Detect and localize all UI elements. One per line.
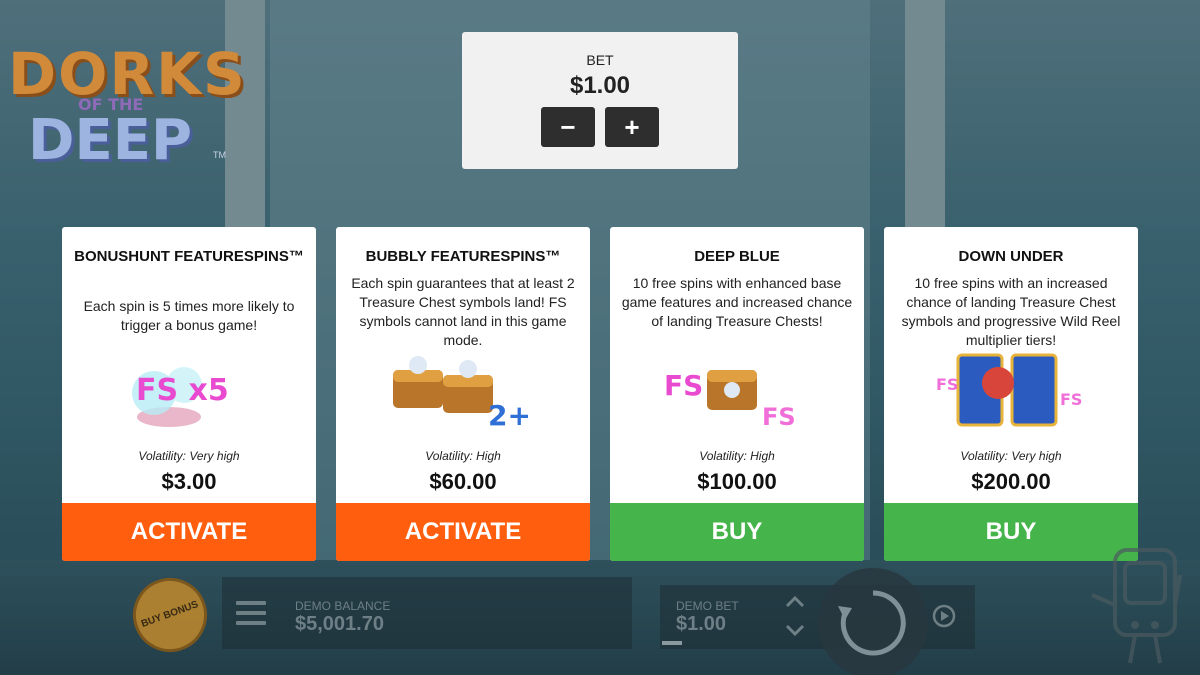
balance-bar — [222, 577, 632, 649]
art-text: FS — [664, 369, 703, 402]
art-text: FS x5 — [136, 373, 229, 408]
card-volatility: Volatility: Very high — [138, 449, 240, 463]
art-text: FS — [936, 375, 958, 394]
menu-icon[interactable] — [236, 601, 266, 625]
spin-button[interactable] — [818, 568, 928, 675]
card-description: 10 free spins with an increased chance o… — [901, 275, 1121, 348]
feature-card-deep-blue: DEEP BLUE 10 free spins with enhanced ba… — [610, 227, 864, 561]
card-price: $200.00 — [971, 469, 1051, 494]
autoplay-icon[interactable] — [931, 603, 957, 629]
spin-icon — [838, 590, 906, 656]
card-price: $3.00 — [161, 469, 217, 494]
logo-trademark: TM — [213, 150, 226, 160]
card-description: Each spin guarantees that at least 2 Tre… — [351, 275, 575, 348]
card-description: Each spin is 5 times more likely to trig… — [83, 298, 295, 333]
activate-button[interactable]: ACTIVATE — [62, 503, 316, 561]
bet-progress-indicator — [662, 641, 682, 645]
card-price: $60.00 — [429, 469, 497, 494]
buy-button[interactable]: BUY — [610, 503, 864, 561]
balance-value: $5,001.70 — [295, 613, 384, 635]
treasure-chest-art-icon: 2+ — [393, 356, 531, 432]
activate-button[interactable]: ACTIVATE — [336, 503, 590, 561]
fs-x5-art-icon: FS x5 — [132, 367, 229, 427]
bet-decrease-button[interactable]: − — [541, 107, 595, 147]
card-title: DEEP BLUE — [694, 248, 780, 265]
feature-card-bonushunt: BONUSHUNT FEATURESPINS™ Each spin is 5 t… — [62, 227, 316, 561]
game-logo: DORKS OF THE DEEP TM — [8, 40, 245, 173]
card-volatility: Volatility: High — [699, 449, 775, 463]
arrow-up-icon — [785, 595, 805, 608]
art-text: 2+ — [488, 399, 531, 432]
feature-card-bubbly: BUBBLY FEATURESPINS™ Each spin guarantee… — [336, 227, 590, 561]
demo-bet-label: DEMO BET — [676, 599, 739, 613]
mascot-icon — [1091, 548, 1182, 664]
octopus-wild-art-icon: FS FS — [936, 353, 1082, 427]
card-volatility: Volatility: Very high — [960, 449, 1062, 463]
balance-label: DEMO BALANCE — [295, 599, 391, 613]
card-volatility: Volatility: High — [425, 449, 501, 463]
card-description: 10 free spins with enhanced base game fe… — [621, 275, 853, 329]
fs-chest-art-icon: FS FS — [664, 369, 796, 431]
bet-panel: BET $1.00 − + — [462, 32, 738, 169]
bet-adjust-arrows[interactable] — [783, 592, 807, 640]
bet-increase-button[interactable]: + — [605, 107, 659, 147]
arrow-down-icon — [785, 624, 805, 637]
logo-line-3: DEEP — [28, 108, 193, 173]
bet-value: $1.00 — [569, 72, 631, 99]
card-title: BUBBLY FEATURESPINS™ — [365, 248, 561, 265]
demo-bet-value: $1.00 — [676, 613, 727, 635]
svg-text:FS: FS — [762, 403, 796, 431]
svg-text:FS: FS — [1060, 390, 1082, 409]
card-title: BONUSHUNT FEATURESPINS™ — [74, 248, 304, 265]
card-title: DOWN UNDER — [958, 248, 1064, 265]
bet-label: BET — [586, 52, 614, 68]
card-price: $100.00 — [697, 469, 777, 494]
feature-card-down-under: DOWN UNDER 10 free spins with an increas… — [884, 227, 1138, 561]
